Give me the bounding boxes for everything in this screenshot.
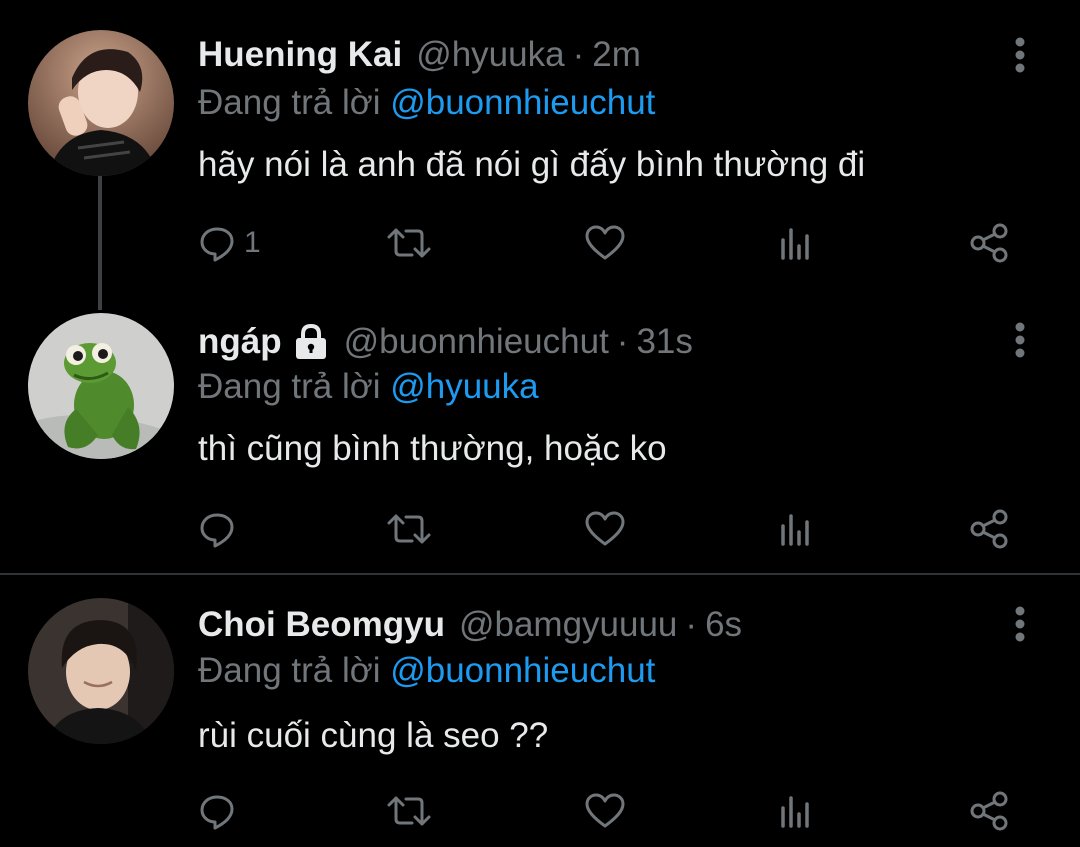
tweet-1[interactable]: Huening Kai @hyuuka · 2m Đang trả lời @b… bbox=[0, 0, 1080, 300]
analytics-icon bbox=[781, 228, 809, 260]
more-options-button[interactable] bbox=[1008, 321, 1032, 361]
share-button[interactable] bbox=[968, 787, 1010, 835]
avatar[interactable] bbox=[28, 598, 174, 744]
retweet-icon bbox=[387, 514, 431, 544]
share-icon bbox=[970, 509, 1008, 549]
avatar[interactable] bbox=[28, 313, 174, 459]
share-button[interactable] bbox=[968, 219, 1010, 267]
reply-bubble-icon bbox=[200, 227, 234, 262]
avatar[interactable] bbox=[28, 30, 174, 176]
retweet-button[interactable] bbox=[386, 505, 432, 553]
replying-to-handle-link[interactable]: @buonnhieuchut bbox=[390, 83, 655, 122]
retweet-icon bbox=[387, 796, 431, 826]
share-icon bbox=[970, 223, 1008, 263]
reply-count: 1 bbox=[244, 226, 261, 259]
tweet-header: Choi Beomgyu @bamgyuuuu · 6s bbox=[198, 603, 742, 647]
replying-to-label: Đang trả lời bbox=[198, 83, 381, 122]
more-vertical-icon bbox=[1015, 37, 1025, 73]
replying-to-handle-link[interactable]: @buonnhieuchut bbox=[390, 651, 655, 690]
tweet-2[interactable]: ngáp @buonnhieuchut · 31s Đang trả lời @… bbox=[0, 300, 1080, 573]
views-button[interactable] bbox=[778, 505, 814, 553]
timestamp[interactable]: 31s bbox=[636, 322, 692, 362]
replying-to-label: Đang trả lời bbox=[198, 367, 381, 406]
heart-icon bbox=[585, 225, 625, 260]
replying-to-label: Đang trả lời bbox=[198, 651, 381, 690]
reply-button[interactable] bbox=[198, 505, 244, 553]
views-button[interactable] bbox=[778, 219, 814, 267]
retweet-icon bbox=[387, 228, 431, 258]
retweet-button[interactable] bbox=[386, 219, 432, 267]
more-options-button[interactable] bbox=[1008, 36, 1032, 76]
separator-dot: · bbox=[685, 605, 698, 644]
analytics-icon bbox=[781, 796, 809, 828]
lock-icon bbox=[295, 323, 326, 359]
views-button[interactable] bbox=[778, 787, 814, 835]
more-vertical-icon bbox=[1015, 322, 1025, 358]
share-icon bbox=[970, 791, 1008, 831]
timestamp[interactable]: 2m bbox=[592, 35, 641, 75]
like-button[interactable] bbox=[584, 787, 626, 835]
author-name[interactable]: Choi Beomgyu bbox=[198, 605, 445, 645]
tweet-actions bbox=[198, 787, 1018, 835]
tweet-actions: 1 bbox=[198, 219, 1018, 267]
author-handle[interactable]: @buonnhieuchut bbox=[344, 322, 609, 362]
author-name[interactable]: Huening Kai bbox=[198, 35, 402, 75]
reply-bubble-icon bbox=[200, 795, 234, 830]
reply-button[interactable]: 1 bbox=[198, 219, 261, 267]
tweet-text: hãy nói là anh đã nói gì đấy bình thường… bbox=[198, 145, 866, 184]
more-options-button[interactable] bbox=[1008, 605, 1032, 645]
analytics-icon bbox=[781, 514, 809, 546]
replying-to: Đang trả lời @hyuuka bbox=[198, 367, 539, 407]
separator-dot: · bbox=[616, 322, 629, 361]
replying-to: Đang trả lời @buonnhieuchut bbox=[198, 651, 655, 691]
replying-to: Đang trả lời @buonnhieuchut bbox=[198, 83, 655, 123]
retweet-button[interactable] bbox=[386, 787, 432, 835]
heart-icon bbox=[585, 793, 625, 828]
tweet-actions bbox=[198, 505, 1018, 553]
more-vertical-icon bbox=[1015, 606, 1025, 642]
share-button[interactable] bbox=[968, 505, 1010, 553]
tweet-3[interactable]: Choi Beomgyu @bamgyuuuu · 6s Đang trả lờ… bbox=[0, 575, 1080, 847]
separator-dot: · bbox=[572, 35, 585, 74]
timestamp[interactable]: 6s bbox=[705, 605, 742, 645]
reply-bubble-icon bbox=[200, 513, 234, 548]
author-handle[interactable]: @bamgyuuuu bbox=[459, 605, 677, 645]
author-name[interactable]: ngáp bbox=[198, 322, 282, 362]
tweet-text: rùi cuối cùng là seo ?? bbox=[198, 716, 549, 755]
replying-to-handle-link[interactable]: @hyuuka bbox=[390, 367, 538, 406]
like-button[interactable] bbox=[584, 219, 626, 267]
tweet-text: thì cũng bình thường, hoặc ko bbox=[198, 429, 667, 468]
tweet-header: Huening Kai @hyuuka · 2m bbox=[198, 33, 641, 77]
like-button[interactable] bbox=[584, 505, 626, 553]
author-handle[interactable]: @hyuuka bbox=[416, 35, 564, 75]
reply-button[interactable] bbox=[198, 787, 244, 835]
tweet-header: ngáp @buonnhieuchut · 31s bbox=[198, 320, 693, 364]
heart-icon bbox=[585, 511, 625, 546]
